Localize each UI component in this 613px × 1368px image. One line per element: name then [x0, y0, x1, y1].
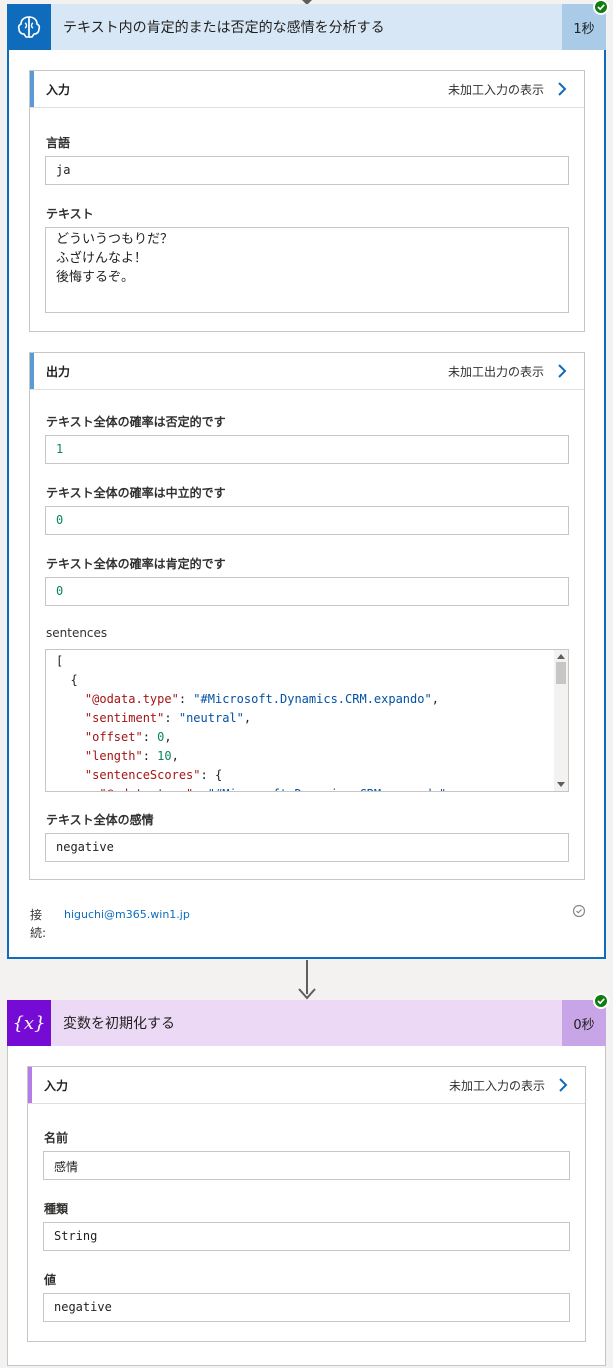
type-field[interactable]: String — [43, 1222, 570, 1251]
scroll-down-arrow-icon[interactable] — [557, 782, 565, 787]
flow-run-page: テキスト内の肯定的または否定的な感情を分析する 1秒 入力 未加工入力の表示 言… — [0, 0, 613, 1368]
code-line: "length": 10, — [84, 749, 179, 763]
success-check-icon — [593, 0, 609, 15]
code-line: "offset": 0, — [84, 730, 172, 744]
inputs-section-title: 入力 — [46, 82, 71, 97]
init-variable-action-card: {x} 変数を初期化する 0秒 入力 未加工入力の表示 名前 感情 種類 Str… — [7, 1000, 606, 1366]
sentences-label: sentences — [46, 626, 108, 640]
code-line: "sentenceScores": { — [84, 768, 223, 782]
sentences-scrollbar[interactable] — [554, 650, 568, 791]
inputs-section: 入力 未加工入力の表示 名前 感情 種類 String 値 negative — [27, 1066, 586, 1342]
variable-icon: {x} — [7, 1000, 51, 1046]
overall-sentiment-field[interactable]: negative — [45, 833, 569, 862]
connection-label: 接続: — [30, 908, 47, 940]
code-line: { — [56, 673, 78, 687]
overall-sentiment-label: テキスト全体の感情 — [46, 813, 154, 827]
action-title: テキスト内の肯定的または否定的な感情を分析する — [63, 20, 385, 36]
action-title: 変数を初期化する — [63, 1016, 175, 1032]
outputs-section-title: 出力 — [46, 364, 71, 379]
show-raw-inputs-link[interactable]: 未加工入力の表示 — [449, 1077, 553, 1094]
connection-ok-icon — [572, 903, 586, 922]
sentiment-action-card: テキスト内の肯定的または否定的な感情を分析する 1秒 入力 未加工入力の表示 言… — [7, 4, 606, 959]
inputs-section-title: 入力 — [44, 1078, 69, 1093]
inputs-section: 入力 未加工入力の表示 言語 ja テキスト どういうつもりだ？ ふざけんなよ！… — [29, 70, 585, 332]
chevron-right-icon[interactable] — [552, 364, 572, 378]
negative-score-field[interactable]: 1 — [45, 435, 569, 464]
positive-score-label: テキスト全体の確率は肯定的です — [46, 557, 226, 571]
negative-score-label: テキスト全体の確率は否定的です — [46, 415, 226, 429]
sentiment-action-header[interactable]: テキスト内の肯定的または否定的な感情を分析する 1秒 — [7, 4, 606, 50]
outputs-section-header: 出力 未加工出力の表示 — [30, 353, 584, 390]
show-raw-inputs-link[interactable]: 未加工入力の表示 — [448, 81, 552, 98]
code-line: "@odata.type": "#Microsoft.Dynamics.CRM.… — [46, 785, 568, 791]
connection-account-link[interactable]: higuchi@m365.win1.jp — [64, 908, 190, 921]
sentences-code-lines: [ { "@odata.type": "#Microsoft.Dynamics.… — [46, 650, 568, 791]
inputs-section-header: 入力 未加工入力の表示 — [28, 1067, 585, 1104]
scroll-thumb[interactable] — [556, 662, 566, 684]
text-field[interactable]: どういうつもりだ？ ふざけんなよ！ 後悔するぞ。 — [45, 227, 569, 313]
name-label: 名前 — [44, 1131, 69, 1145]
sentences-code-field[interactable]: [ { "@odata.type": "#Microsoft.Dynamics.… — [45, 649, 569, 792]
code-line: "sentiment": "neutral", — [84, 711, 252, 725]
success-check-icon — [593, 993, 609, 1009]
positive-score-field[interactable]: 0 — [45, 577, 569, 606]
chevron-right-icon[interactable] — [552, 82, 572, 96]
init-variable-action-header[interactable]: {x} 変数を初期化する 0秒 — [7, 1000, 606, 1046]
code-line: "@odata.type": "#Microsoft.Dynamics.CRM.… — [84, 692, 439, 706]
neutral-score-field[interactable]: 0 — [45, 506, 569, 535]
ai-brain-icon — [7, 4, 51, 50]
type-label: 種類 — [44, 1202, 69, 1216]
text-label: テキスト — [46, 207, 94, 221]
language-field[interactable]: ja — [45, 156, 569, 185]
chevron-right-icon[interactable] — [553, 1078, 573, 1092]
scroll-up-arrow-icon[interactable] — [557, 654, 565, 659]
code-line: [ — [56, 654, 64, 668]
language-label: 言語 — [46, 136, 71, 150]
outputs-section: 出力 未加工出力の表示 テキスト全体の確率は否定的です 1 テキスト全体の確率は… — [29, 352, 585, 880]
value-label: 値 — [44, 1273, 57, 1287]
svg-text:{x}: {x} — [12, 1013, 45, 1034]
name-field[interactable]: 感情 — [43, 1151, 570, 1180]
neutral-score-label: テキスト全体の確率は中立的です — [46, 486, 226, 500]
value-field[interactable]: negative — [43, 1293, 570, 1322]
inputs-section-header: 入力 未加工入力の表示 — [30, 71, 584, 108]
show-raw-outputs-link[interactable]: 未加工出力の表示 — [448, 363, 552, 380]
